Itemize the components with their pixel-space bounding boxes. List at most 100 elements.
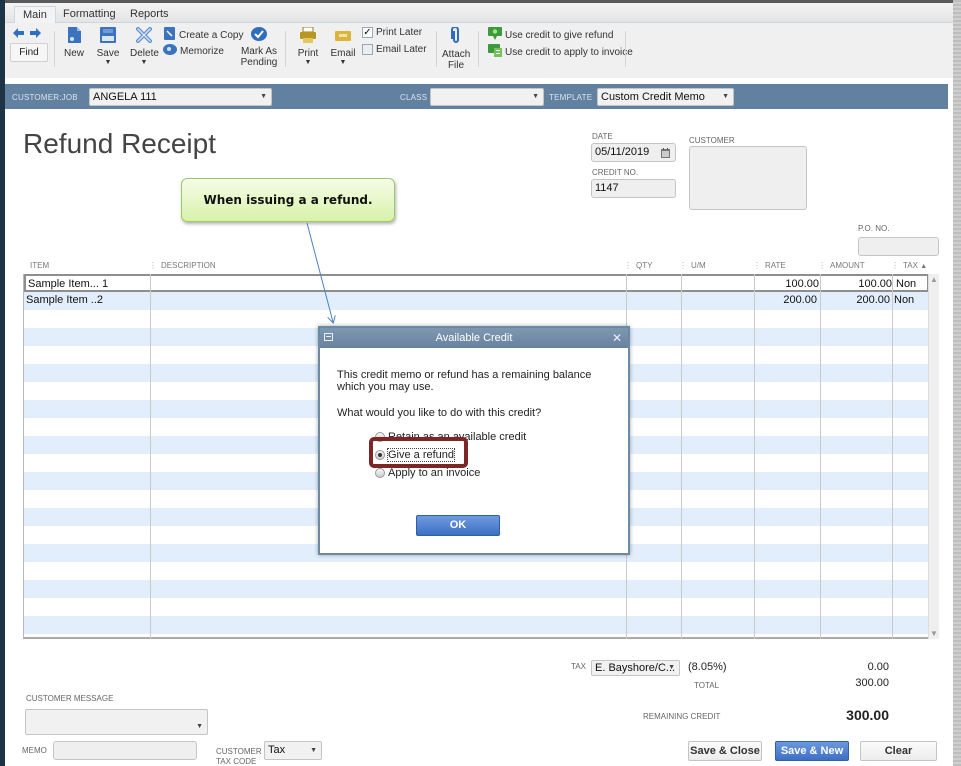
attach-file-button[interactable]: Attach File: [442, 26, 470, 71]
save-disk-icon: [96, 27, 120, 46]
memorize-button[interactable]: Memorize: [163, 44, 224, 59]
template-label: TEMPLATE: [549, 93, 593, 102]
create-copy-label: Create a Copy: [179, 29, 244, 41]
date-value: 05/11/2019: [595, 146, 650, 158]
column-header-description[interactable]: ⋮ DESCRIPTION: [149, 261, 216, 270]
column-header-qty[interactable]: ⋮ QTY: [624, 261, 652, 270]
delete-dropdown-caret-icon[interactable]: ▼: [130, 59, 158, 67]
use-credit-apply-invoice-button[interactable]: Use credit to apply to invoice: [488, 44, 633, 60]
dialog-question: What would you like to do with this cred…: [337, 407, 542, 419]
radio-retain-credit-label: Retain as an available credit: [388, 431, 527, 443]
dialog-message: This credit memo or refund has a remaini…: [337, 369, 592, 393]
empty-table-row[interactable]: [24, 598, 929, 616]
print-label: Print: [297, 48, 319, 59]
toolbar-separator: [285, 31, 286, 67]
print-dropdown-caret-icon[interactable]: ▼: [296, 59, 320, 67]
create-copy-button[interactable]: Create a Copy: [164, 27, 243, 43]
calendar-icon[interactable]: [661, 147, 670, 164]
chevron-down-icon: ▼: [260, 93, 267, 100]
radio-button[interactable]: [375, 432, 385, 442]
toolbar-separator: [625, 31, 626, 67]
radio-give-refund[interactable]: Give a refund: [375, 448, 456, 462]
empty-table-row[interactable]: [24, 562, 929, 580]
email-later-check-box[interactable]: [362, 44, 373, 55]
credit-invoice-icon: [488, 44, 502, 60]
credit-no-field[interactable]: 1147: [591, 179, 676, 198]
email-later-checkbox[interactable]: Email Later: [362, 44, 427, 55]
table-vertical-scrollbar[interactable]: ▲ ▼: [928, 274, 939, 639]
chevron-down-icon: ▼: [668, 664, 675, 671]
class-dropdown[interactable]: ▼: [430, 88, 544, 106]
clear-button[interactable]: Clear: [860, 741, 937, 761]
email-dropdown-caret-icon[interactable]: ▼: [330, 59, 356, 67]
column-header-rate[interactable]: ⋮ RATE: [753, 261, 786, 270]
new-document-icon: [63, 27, 85, 46]
empty-table-row[interactable]: [24, 616, 929, 634]
close-icon[interactable]: ✕: [612, 328, 622, 348]
customer-message-dropdown[interactable]: ▼: [25, 709, 208, 735]
save-button[interactable]: Save ▼: [96, 27, 120, 67]
um-header-text: U/M: [691, 261, 706, 270]
system-menu-icon[interactable]: [324, 333, 333, 341]
radio-retain-credit[interactable]: Retain as an available credit: [375, 431, 526, 443]
dialog-title-bar[interactable]: Available Credit ✕: [320, 328, 628, 348]
radio-button[interactable]: [375, 468, 385, 478]
qty-header-text: QTY: [636, 261, 653, 270]
column-header-tax[interactable]: ⋮ TAX ▲: [891, 261, 927, 270]
delete-x-icon: [130, 27, 158, 46]
radio-apply-invoice[interactable]: Apply to an invoice: [375, 467, 480, 479]
customer-tax-code-dropdown[interactable]: Tax ▼: [264, 741, 322, 760]
print-later-check-icon[interactable]: ✓: [362, 27, 373, 38]
amount-cell[interactable]: 200.00: [821, 292, 890, 310]
item-cell[interactable]: Sample Item ..2: [26, 292, 146, 310]
save-and-new-button[interactable]: Save & New: [775, 741, 849, 761]
delete-button[interactable]: Delete ▼: [130, 27, 159, 67]
checkmark-badge-icon: [239, 27, 279, 44]
ok-button[interactable]: OK: [416, 515, 500, 536]
paperclip-icon: [442, 26, 470, 47]
column-header-um[interactable]: ⋮ U/M: [679, 261, 706, 270]
customer-job-dropdown[interactable]: ANGELA 111 ▼: [89, 88, 272, 106]
print-button[interactable]: Print ▼: [296, 26, 320, 67]
column-divider: [754, 274, 755, 639]
mark-as-pending-button[interactable]: Mark As Pending: [239, 27, 279, 68]
memo-field[interactable]: [53, 741, 197, 760]
chevron-down-icon: ▼: [196, 723, 203, 730]
toolbar-separator: [436, 31, 437, 67]
empty-table-row[interactable]: [24, 580, 929, 598]
next-arrow-icon[interactable]: [30, 28, 41, 41]
save-and-close-button[interactable]: Save & Close: [688, 741, 762, 761]
radio-button-selected[interactable]: [375, 450, 385, 460]
scroll-down-arrow-icon[interactable]: ▼: [930, 629, 938, 638]
template-dropdown[interactable]: Custom Credit Memo ▼: [597, 88, 734, 106]
customer-address-field[interactable]: [689, 146, 807, 210]
printer-icon: [296, 26, 320, 46]
email-button[interactable]: Email ▼: [330, 27, 356, 67]
tab-reports[interactable]: Reports: [122, 6, 177, 24]
tax-item-dropdown[interactable]: E. Bayshore/C... ▼: [591, 660, 680, 676]
table-row[interactable]: Sample Item ..2 200.00 200.00 Non: [24, 292, 929, 310]
scroll-up-arrow-icon[interactable]: ▲: [930, 275, 938, 284]
save-dropdown-caret-icon[interactable]: ▼: [96, 59, 120, 67]
sort-ascending-icon: ▲: [920, 263, 928, 270]
column-divider: [892, 274, 893, 639]
find-button[interactable]: Find: [10, 43, 48, 62]
tab-formatting[interactable]: Formatting: [55, 6, 124, 24]
previous-arrow-icon[interactable]: [13, 28, 24, 41]
credit-no-value: 1147: [595, 182, 619, 194]
attach-file-label-2: File: [447, 60, 465, 71]
table-row[interactable]: Sample Item... 1 100.00 100.00 Non: [24, 274, 929, 292]
remaining-credit-label: REMAINING CREDIT: [643, 712, 721, 721]
use-credit-give-refund-button[interactable]: Use credit to give refund: [488, 27, 613, 43]
available-credit-dialog: Available Credit ✕ This credit memo or r…: [318, 326, 630, 555]
print-later-checkbox[interactable]: ✓ Print Later: [362, 27, 422, 38]
memorize-icon: [163, 44, 177, 59]
total-value: 300.00: [855, 677, 889, 689]
date-field[interactable]: 05/11/2019: [591, 143, 676, 162]
po-no-field[interactable]: [858, 237, 939, 256]
new-button[interactable]: New: [63, 27, 85, 59]
column-header-item[interactable]: ITEM: [30, 261, 49, 270]
tax-cell[interactable]: Non: [894, 292, 924, 310]
rate-cell[interactable]: 200.00: [754, 292, 817, 310]
column-header-amount[interactable]: ⋮ AMOUNT: [818, 261, 865, 270]
